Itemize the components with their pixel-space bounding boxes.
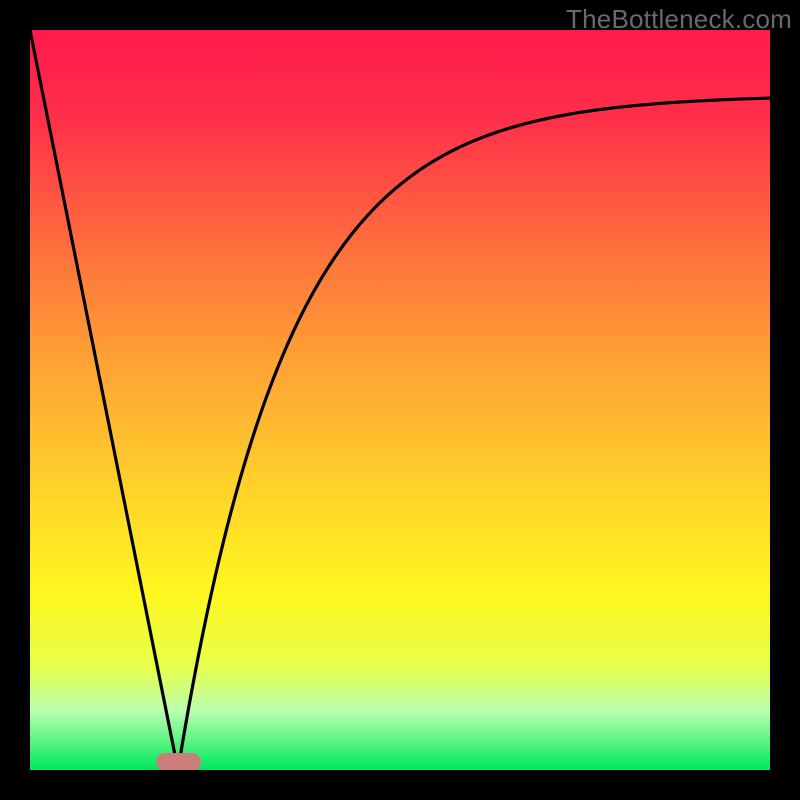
- watermark-text: TheBottleneck.com: [566, 4, 792, 35]
- optimum-marker: [156, 753, 201, 770]
- plot-area: [30, 30, 770, 770]
- outer-frame: TheBottleneck.com: [0, 0, 800, 800]
- bottleneck-curve: [30, 30, 770, 770]
